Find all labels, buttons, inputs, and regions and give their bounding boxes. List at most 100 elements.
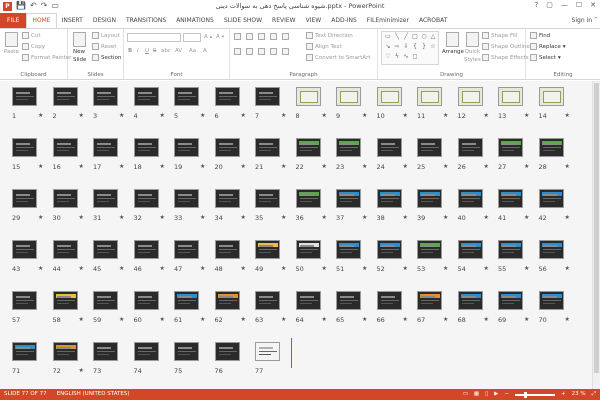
animation-star-icon[interactable]: ★	[403, 112, 408, 119]
sign-in-link[interactable]: Sign in	[572, 13, 592, 28]
shape-effects-button[interactable]: Shape Effects	[482, 54, 529, 61]
slide-thumbnail-50[interactable]: 50 ★	[295, 240, 327, 273]
slide-thumbnail-52[interactable]: 52 ★	[376, 240, 408, 273]
slide-thumbnail-66[interactable]: 66 ★	[376, 291, 408, 324]
slide-thumbnail-68[interactable]: 68 ★	[457, 291, 489, 324]
animation-star-icon[interactable]: ★	[322, 112, 327, 119]
cut-button[interactable]: Cut	[22, 32, 40, 39]
animation-star-icon[interactable]: ★	[38, 214, 43, 221]
tab-insert[interactable]: INSERT	[57, 13, 88, 28]
animation-star-icon[interactable]: ★	[524, 316, 529, 323]
animation-star-icon[interactable]: ★	[362, 265, 367, 272]
slide-thumbnail-73[interactable]: 73	[93, 342, 118, 375]
replace-button[interactable]: Replace ▾	[530, 43, 566, 50]
shape-fill-button[interactable]: Shape Fill	[482, 32, 517, 39]
animation-star-icon[interactable]: ★	[160, 112, 165, 119]
slide-thumbnail-55[interactable]: 55 ★	[498, 240, 529, 273]
zoom-slider[interactable]	[515, 391, 555, 398]
animation-star-icon[interactable]: ★	[241, 163, 246, 170]
change-case-button[interactable]: Aa	[189, 48, 196, 54]
animation-star-icon[interactable]: ★	[160, 214, 165, 221]
zoom-out-button[interactable]: −	[504, 389, 509, 400]
slide-thumbnail-6[interactable]: 6 ★	[214, 87, 246, 120]
animation-star-icon[interactable]: ★	[281, 163, 286, 170]
slide-thumbnail-34[interactable]: 34 ★	[214, 189, 246, 222]
animation-star-icon[interactable]: ★	[443, 316, 448, 323]
slide-thumbnail-48[interactable]: 48 ★	[214, 240, 246, 273]
slide-thumbnail-11[interactable]: 11 ★	[417, 87, 448, 120]
close-button[interactable]: ✕	[590, 1, 596, 9]
animation-star-icon[interactable]: ★	[484, 316, 489, 323]
minimize-button[interactable]: —	[561, 1, 568, 9]
animation-star-icon[interactable]: ★	[565, 316, 570, 323]
slide-thumbnail-24[interactable]: 24 ★	[376, 138, 408, 171]
slide-thumbnail-32[interactable]: 32 ★	[133, 189, 165, 222]
brace-shape-icon[interactable]: {	[411, 43, 419, 50]
slide-thumbnail-77[interactable]: 77	[255, 342, 280, 375]
tab-home[interactable]: HOME	[26, 13, 57, 28]
numbering-button[interactable]	[246, 33, 253, 40]
animation-star-icon[interactable]: ★	[119, 214, 124, 221]
animation-star-icon[interactable]: ★	[565, 163, 570, 170]
zoom-in-button[interactable]: +	[561, 389, 566, 400]
tab-animations[interactable]: ANIMATIONS	[171, 13, 219, 28]
animation-star-icon[interactable]: ★	[484, 163, 489, 170]
slide-thumbnail-29[interactable]: 29 ★	[12, 189, 43, 222]
slide-thumbnail-9[interactable]: 9 ★	[336, 87, 367, 120]
brace-shape-icon[interactable]: }	[420, 43, 428, 50]
animation-star-icon[interactable]: ★	[119, 163, 124, 170]
rectangle-shape-icon[interactable]: □	[411, 33, 419, 40]
animation-star-icon[interactable]: ★	[484, 265, 489, 272]
font-name-box[interactable]	[127, 33, 181, 42]
animation-star-icon[interactable]: ★	[281, 316, 286, 323]
slide-thumbnail-54[interactable]: 54 ★	[457, 240, 489, 273]
slide-thumbnail-23[interactable]: 23 ★	[336, 138, 367, 171]
align-text-button[interactable]: Align Text	[306, 43, 342, 50]
font-color-button[interactable]: A	[203, 48, 207, 54]
animation-star-icon[interactable]: ★	[200, 316, 205, 323]
slide-thumbnail-12[interactable]: 12 ★	[457, 87, 489, 120]
slide-thumbnail-7[interactable]: 7 ★	[255, 87, 286, 120]
slide-thumbnail-51[interactable]: 51 ★	[336, 240, 367, 273]
animation-star-icon[interactable]: ★	[79, 316, 84, 323]
shrink-font-button[interactable]: A ▾	[216, 34, 224, 40]
rectangle-shape-icon[interactable]: ▭	[384, 33, 392, 40]
animation-star-icon[interactable]: ★	[200, 163, 205, 170]
animation-star-icon[interactable]: ★	[79, 214, 84, 221]
slide-thumbnail-59[interactable]: 59 ★	[93, 291, 124, 324]
strikethrough-button[interactable]: S	[153, 48, 157, 54]
align-center-button[interactable]	[246, 48, 253, 55]
text-shadow-button[interactable]: abc	[161, 48, 171, 54]
animation-star-icon[interactable]: ★	[565, 265, 570, 272]
slide-thumbnail-65[interactable]: 65 ★	[336, 291, 367, 324]
align-left-button[interactable]	[234, 48, 241, 55]
copy-button[interactable]: Copy	[22, 43, 45, 50]
paste-button[interactable]: Paste	[4, 32, 19, 55]
animation-star-icon[interactable]: ★	[403, 163, 408, 170]
slide-thumbnail-31[interactable]: 31 ★	[93, 189, 124, 222]
bullets-button[interactable]	[234, 33, 241, 40]
slide-thumbnail-43[interactable]: 43 ★	[12, 240, 43, 273]
character-spacing-button[interactable]: AV	[175, 48, 182, 54]
convert-to-smartart-button[interactable]: Convert to SmartArt	[306, 54, 371, 61]
animation-star-icon[interactable]: ★	[362, 112, 367, 119]
animation-star-icon[interactable]: ★	[524, 112, 529, 119]
animation-star-icon[interactable]: ★	[322, 316, 327, 323]
animation-star-icon[interactable]: ★	[403, 214, 408, 221]
collapse-ribbon-icon[interactable]: ^	[594, 13, 598, 28]
slide-thumbnail-69[interactable]: 69 ★	[498, 291, 529, 324]
slide-thumbnail-49[interactable]: 49 ★	[255, 240, 286, 273]
slide-thumbnail-40[interactable]: 40 ★	[457, 189, 489, 222]
decrease-indent-button[interactable]	[258, 33, 265, 40]
slide-thumbnail-62[interactable]: 62 ★	[214, 291, 246, 324]
slide-thumbnail-10[interactable]: 10 ★	[376, 87, 408, 120]
slide-thumbnail-27[interactable]: 27 ★	[498, 138, 529, 171]
slide-thumbnail-45[interactable]: 45 ★	[93, 240, 124, 273]
language-indicator[interactable]: ENGLISH (UNITED STATES)	[57, 389, 130, 400]
animation-star-icon[interactable]: ★	[362, 316, 367, 323]
select-button[interactable]: Select ▾	[530, 54, 561, 61]
slide-thumbnail-1[interactable]: 1 ★	[12, 87, 43, 120]
font-size-box[interactable]	[183, 33, 201, 42]
animation-star-icon[interactable]: ★	[403, 316, 408, 323]
slide-thumbnail-8[interactable]: 8 ★	[295, 87, 327, 120]
